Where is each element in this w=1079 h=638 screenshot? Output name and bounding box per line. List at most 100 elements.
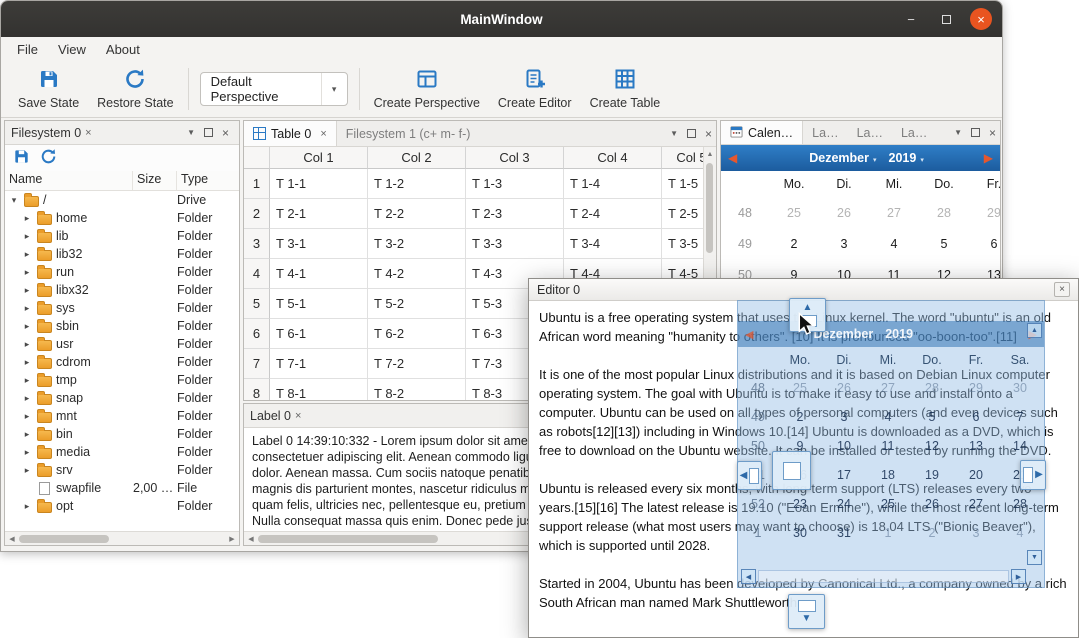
tab-table-0[interactable]: Table 0 × [244,121,337,146]
filesystem-panel-titlebar[interactable]: Filesystem 0 × ▼ × [5,121,239,145]
scroll-left-icon[interactable]: ◀ [244,532,258,546]
restore-state-button[interactable]: Restore State [88,64,182,114]
save-icon[interactable] [13,148,30,168]
close-icon[interactable]: × [989,127,996,139]
tree-row[interactable]: ▸tmpFolder [5,371,239,389]
folder-icon [37,268,52,279]
tree-row[interactable]: ▸snapFolder [5,389,239,407]
close-icon[interactable]: × [222,127,229,139]
tree-row[interactable]: ▸srvFolder [5,461,239,479]
tree-row[interactable]: ▸usrFolder [5,335,239,353]
tree-header[interactable]: Name Size Type [5,171,239,191]
tab-label-3[interactable]: La… [892,121,936,144]
save-state-button[interactable]: Save State [9,64,88,114]
ghost-week-row: 492345678 [738,402,1044,431]
expander-icon[interactable]: ▸ [21,393,33,404]
tree-row[interactable]: ▸homeFolder [5,209,239,227]
horizontal-scrollbar[interactable]: ◀ ▶ [5,531,239,545]
expander-icon[interactable]: ▸ [21,375,33,386]
tree-row[interactable]: ▸sbinFolder [5,317,239,335]
close-icon[interactable]: × [1054,282,1070,297]
tab-filesystem-1[interactable]: Filesystem 1 (c+ m- f-) [337,121,480,146]
tree-row[interactable]: ▸mediaFolder [5,443,239,461]
tree-row[interactable]: ▸binFolder [5,425,239,443]
tree-row[interactable]: ▸lib32Folder [5,245,239,263]
table-corner[interactable] [244,147,270,169]
maximize-button[interactable] [935,8,957,30]
scroll-up-icon[interactable]: ▲ [703,147,717,161]
chevron-down-icon[interactable]: ▾ [321,73,347,105]
editor-plus-icon [524,68,546,93]
toolbar: Save State Restore State Default Perspec… [1,61,1002,118]
restore-icon[interactable] [40,148,57,168]
tree-row[interactable]: ▸runFolder [5,263,239,281]
month-dropdown-icon[interactable]: ▾ [873,156,877,164]
menu-view[interactable]: View [48,39,96,60]
next-month-icon[interactable]: ▶ [984,151,993,165]
ghost-horizontal-scrollbar: ◀ ▶ [741,569,1026,584]
year-dropdown-icon[interactable]: ▾ [920,156,924,164]
expander-icon[interactable]: ▸ [21,267,33,278]
panel-title: Label 0 [250,409,291,423]
dock-indicator-right[interactable]: ▶ [1020,460,1046,490]
tab-label-1[interactable]: La… [803,121,847,144]
year-label[interactable]: 2019 [889,151,917,165]
maximize-icon[interactable] [204,128,213,137]
menu-about[interactable]: About [96,39,150,60]
tree-row[interactable]: swapfile2,00 …File [5,479,239,497]
tree-row[interactable]: ▾/Drive [5,191,239,209]
scroll-left-icon[interactable]: ◀ [5,532,19,546]
create-perspective-button[interactable]: Create Perspective [365,64,489,114]
menu-file[interactable]: File [7,39,48,60]
expander-icon[interactable]: ▸ [21,285,33,296]
expander-icon[interactable]: ▸ [21,411,33,422]
close-icon[interactable]: × [320,128,326,140]
create-table-button[interactable]: Create Table [581,64,670,114]
scrollbar-thumb[interactable] [19,535,109,543]
window-titlebar[interactable]: MainWindow − × [1,1,1002,37]
expander-icon[interactable]: ▸ [21,303,33,314]
scrollbar-thumb[interactable] [258,535,438,543]
month-label[interactable]: Dezember [809,151,869,165]
tree-row[interactable]: ▸sysFolder [5,299,239,317]
dock-indicator-bottom[interactable]: ▼ [788,594,825,629]
close-icon[interactable]: × [85,127,91,139]
minimize-button[interactable]: − [900,8,922,30]
dock-indicator-center[interactable] [772,451,811,490]
tree-row[interactable]: ▸libFolder [5,227,239,245]
tab-label-2[interactable]: La… [848,121,892,144]
panel-menu-icon[interactable]: ▼ [670,129,678,138]
perspective-select[interactable]: Default Perspective ▾ [200,72,348,106]
table-row: 1T 1-1T 1-2T 1-3T 1-4T 1-5 [244,169,703,199]
folder-icon [37,466,52,477]
prev-month-icon[interactable]: ◀ [728,151,737,165]
scroll-right-icon[interactable]: ▶ [225,532,239,546]
maximize-icon[interactable] [971,128,980,137]
tree-row[interactable]: ▸cdromFolder [5,353,239,371]
create-editor-button[interactable]: Create Editor [489,64,581,114]
expander-icon[interactable]: ▸ [21,447,33,458]
folder-icon [37,430,52,441]
expander-icon[interactable]: ▸ [21,357,33,368]
close-icon[interactable]: × [705,128,712,140]
expander-icon[interactable]: ▸ [21,429,33,440]
expander-icon[interactable]: ▸ [21,231,33,242]
expander-icon[interactable]: ▸ [21,213,33,224]
maximize-icon[interactable] [687,129,696,138]
expander-icon[interactable]: ▾ [8,195,20,206]
expander-icon[interactable]: ▸ [21,501,33,512]
tab-calendar[interactable]: Calen… [721,121,803,144]
close-button[interactable]: × [970,8,992,30]
expander-icon[interactable]: ▸ [21,465,33,476]
panel-menu-icon[interactable]: ▼ [954,128,962,137]
close-icon[interactable]: × [295,410,301,422]
tree-row[interactable]: ▸optFolder [5,497,239,515]
dock-indicator-left[interactable]: ◀ [737,461,762,490]
expander-icon[interactable]: ▸ [21,249,33,260]
scrollbar-thumb[interactable] [706,163,713,253]
tree-row[interactable]: ▸libx32Folder [5,281,239,299]
panel-menu-icon[interactable]: ▼ [187,128,195,137]
tree-row[interactable]: ▸mntFolder [5,407,239,425]
expander-icon[interactable]: ▸ [21,339,33,350]
expander-icon[interactable]: ▸ [21,321,33,332]
